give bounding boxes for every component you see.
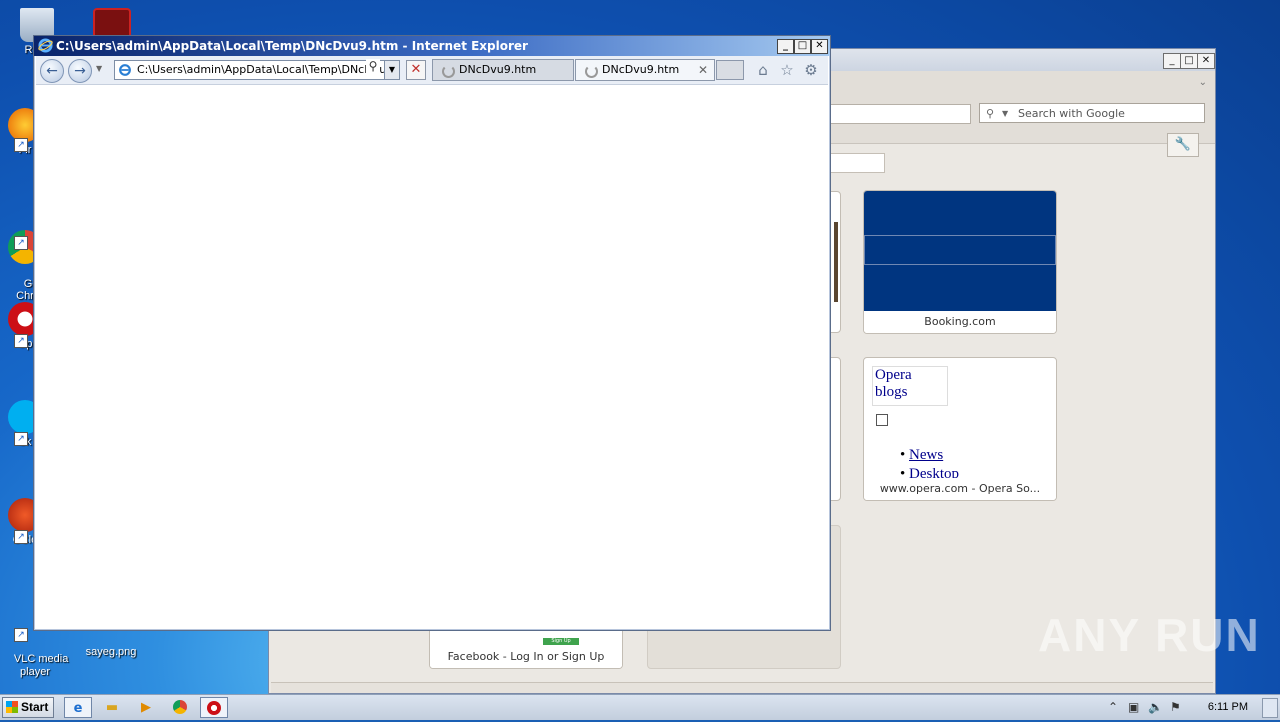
tile-caption: Booking.com: [864, 311, 1056, 333]
taskbar-clock[interactable]: 6:11 PM: [1208, 695, 1248, 720]
tile-thumbnail: [834, 222, 838, 302]
action-center-flag-icon[interactable]: ⚑: [1170, 700, 1181, 714]
show-desktop-button[interactable]: [1262, 698, 1278, 718]
window-title: C:\Users\admin\AppData\Local\Temp\DNcDvu…: [56, 39, 528, 53]
shortcut-arrow-icon: ↗: [14, 628, 28, 642]
search-placeholder: Search with Google: [1018, 107, 1125, 120]
address-dropdown-button[interactable]: ▼: [384, 60, 400, 80]
opera-search-input[interactable]: ⚲ ▼ Search with Google: [979, 103, 1205, 123]
ie-window: C:\Users\admin\AppData\Local\Temp\DNcDvu…: [33, 35, 831, 631]
chevron-down-icon: ▼: [1002, 109, 1009, 118]
page-content[interactable]: [36, 85, 828, 628]
tile-caption: Facebook - Log In or Sign Up: [430, 646, 622, 668]
folder-icon: ▬: [105, 700, 119, 715]
minimize-button[interactable]: _: [777, 39, 794, 54]
shortcut-arrow-icon: ↗: [14, 138, 28, 152]
sayeg-png-desktop-icon[interactable]: sayeg.png: [76, 646, 146, 658]
tab-label: DNcDvu9.htm: [602, 63, 680, 76]
booking-search-bar: [864, 235, 1056, 265]
ie-navigation-bar: ← → ▼ C:\Users\admin\AppData\Local\Temp\…: [36, 56, 828, 85]
tile-caption: www.opera.com - Opera So...: [864, 478, 1056, 500]
home-icon[interactable]: ⌂: [754, 61, 772, 79]
network-icon[interactable]: ▣: [1128, 700, 1139, 714]
tab-dncdvu9-2[interactable]: DNcDvu9.htm ✕: [575, 59, 715, 81]
taskbar-opera-button[interactable]: [200, 697, 228, 718]
loading-spinner-icon: [585, 65, 598, 78]
checkbox-icon: [876, 414, 888, 426]
windows-logo-icon: [6, 701, 18, 713]
tab-label: DNcDvu9.htm: [459, 63, 537, 76]
opera-maximize-button[interactable]: □: [1180, 53, 1198, 69]
anyrun-watermark: ANY RUN: [1038, 609, 1261, 661]
volume-icon[interactable]: 🔈: [1148, 700, 1163, 714]
chevron-down-icon[interactable]: ⌄: [1199, 77, 1207, 88]
ie-titlebar: C:\Users\admin\AppData\Local\Temp\DNcDvu…: [34, 36, 830, 56]
shortcut-arrow-icon: ↗: [14, 530, 28, 544]
search-icon[interactable]: ⚲: [366, 59, 380, 73]
taskbar-explorer-button[interactable]: ▬: [98, 697, 126, 718]
speed-dial-tile-booking[interactable]: Booking.com: [863, 190, 1057, 334]
speed-dial-tile-opera-blogs[interactable]: Opera blogs • News • Desktop www.opera.c…: [863, 357, 1057, 501]
opera-minimize-button[interactable]: _: [1163, 53, 1181, 69]
taskbar-chrome-button[interactable]: [166, 697, 194, 718]
favorites-star-icon[interactable]: ☆: [778, 61, 796, 79]
close-icon: ✕: [410, 62, 422, 77]
back-button[interactable]: ←: [40, 59, 64, 83]
opera-icon: [207, 701, 221, 715]
booking-thumbnail: [864, 191, 1056, 311]
address-bar[interactable]: C:\Users\admin\AppData\Local\Temp\DNcDvu…: [114, 60, 400, 80]
opera-statusbar: [271, 682, 1213, 693]
opera-address-field[interactable]: [829, 104, 971, 124]
start-button[interactable]: Start: [2, 697, 54, 718]
shortcut-arrow-icon: ↗: [14, 334, 28, 348]
back-arrow-icon: ←: [46, 63, 58, 79]
ie-page-icon: [119, 64, 131, 76]
taskbar: Start e ▬ ▶ ⌃ ▣ 🔈 ⚑ 6:11 PM: [0, 694, 1280, 720]
ie-logo-icon: [38, 38, 53, 53]
vlc-desktop-icon[interactable]: VLC media player: [0, 640, 70, 692]
opera-blogs-heading: Opera blogs: [872, 366, 948, 406]
taskbar-media-player-button[interactable]: ▶: [132, 697, 160, 718]
media-player-icon: ▶: [141, 700, 151, 715]
gear-icon[interactable]: ⚙: [802, 61, 820, 79]
desktop-icon-label: VLC media player: [13, 653, 69, 678]
shortcut-arrow-icon: ↗: [14, 432, 28, 446]
opera-speed-dial-search-field[interactable]: [829, 153, 885, 173]
wrench-icon[interactable]: 🔧: [1167, 133, 1199, 157]
tab-close-icon[interactable]: ✕: [698, 60, 708, 80]
system-tray: ⌃ ▣ 🔈 ⚑: [1100, 695, 1280, 720]
chevron-down-icon: ▼: [388, 65, 396, 74]
show-hidden-icons-icon[interactable]: ⌃: [1108, 700, 1118, 714]
facebook-signup-button: Sign Up: [543, 638, 579, 645]
desktop-icon-label: sayeg.png: [85, 646, 137, 658]
forward-arrow-icon: →: [74, 63, 86, 79]
shortcut-arrow-icon: ↗: [14, 236, 28, 250]
opera-close-button[interactable]: ✕: [1197, 53, 1215, 69]
address-text: C:\Users\admin\AppData\Local\Temp\DNcDvu…: [137, 63, 394, 76]
start-label: Start: [21, 700, 49, 714]
loading-spinner-icon: [442, 65, 455, 78]
stop-button[interactable]: ✕: [406, 60, 426, 80]
taskbar-ie-button[interactable]: e: [64, 697, 92, 718]
opera-blogs-link-news: • News: [900, 447, 944, 463]
new-tab-button[interactable]: [716, 60, 744, 80]
chevron-down-icon[interactable]: ▼: [96, 64, 102, 73]
forward-button[interactable]: →: [68, 59, 92, 83]
maximize-button[interactable]: □: [794, 39, 811, 54]
ie-logo-icon: e: [73, 701, 83, 716]
chrome-icon: [173, 700, 187, 714]
tab-dncdvu9-1[interactable]: DNcDvu9.htm: [432, 59, 574, 81]
search-icon: ⚲: [986, 107, 995, 120]
close-button[interactable]: ✕: [811, 39, 828, 54]
